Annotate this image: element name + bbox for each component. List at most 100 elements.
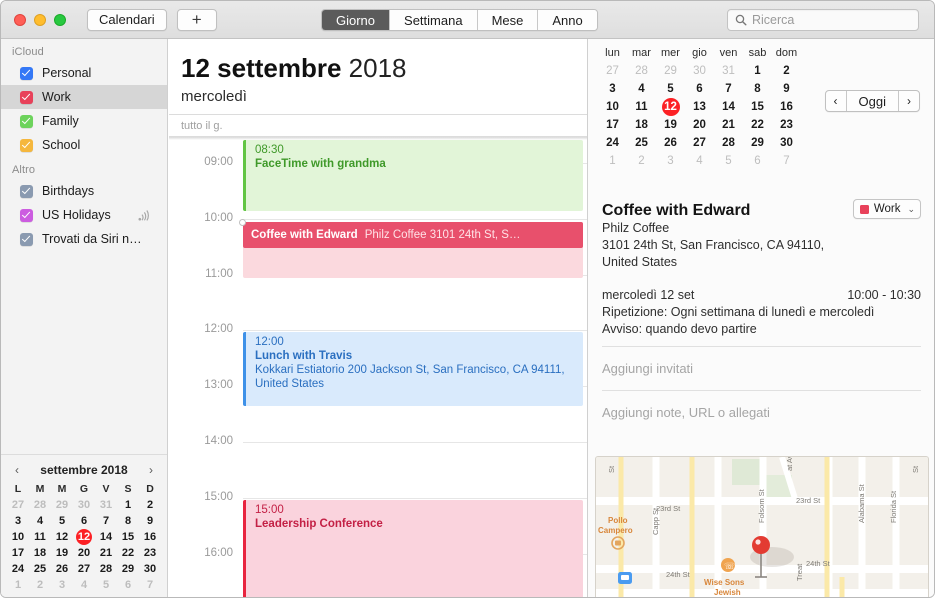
add-invitees-field[interactable]: Aggiungi invitati [602, 355, 921, 382]
prev-day-button[interactable]: ‹ [826, 91, 847, 111]
mini-calendar-day[interactable]: 5 [95, 577, 117, 593]
event-resize-handle-top[interactable] [239, 219, 246, 226]
inspector-mini-day[interactable]: 23 [772, 116, 801, 134]
event-leadership-conference[interactable]: 15:00 Leadership Conference [243, 500, 583, 597]
inspector-mini-day[interactable]: 7 [772, 152, 801, 170]
mini-calendar-day[interactable]: 26 [51, 561, 73, 577]
mini-calendar-day[interactable]: 23 [139, 545, 161, 561]
calendar-checkbox[interactable] [20, 90, 33, 104]
inspector-mini-day[interactable]: 14 [714, 98, 743, 116]
tab-giorno[interactable]: Giorno [322, 10, 391, 30]
mini-calendar-day[interactable]: 3 [7, 513, 29, 529]
day-grid[interactable]: 09:00 10:00 11:00 12:00 13:00 14:00 15:00 16:00… [169, 140, 589, 597]
inspector-mini-day[interactable]: 19 [656, 116, 685, 134]
inspector-mini-today[interactable]: 12 [656, 98, 685, 116]
tab-settimana[interactable]: Settimana [390, 10, 478, 30]
mini-calendar-day[interactable]: 7 [139, 577, 161, 593]
event-lunch-with-travis[interactable]: 12:00 Lunch with Travis Kokkari Estiator… [243, 332, 583, 406]
mini-calendar-day[interactable]: 2 [139, 497, 161, 513]
minimize-button-icon[interactable] [34, 13, 46, 26]
mini-calendar-day[interactable]: 3 [51, 577, 73, 593]
mini-calendar-day[interactable]: 2 [29, 577, 51, 593]
inspector-mini-day[interactable]: 11 [627, 98, 656, 116]
tab-anno[interactable]: Anno [538, 10, 597, 30]
mini-calendar-day[interactable]: 28 [29, 497, 51, 513]
close-button-icon[interactable] [14, 13, 26, 26]
add-event-button[interactable]: + [176, 8, 217, 31]
mini-calendar-day[interactable]: 28 [95, 561, 117, 577]
inspector-mini-day[interactable]: 9 [772, 80, 801, 98]
mini-calendar-day[interactable]: 27 [73, 561, 95, 577]
event-coffee-with-edward[interactable]: Coffee with Edward Philz Coffee 3101 24t… [243, 222, 583, 248]
inspector-mini-day[interactable]: 25 [627, 134, 656, 152]
calendar-item-birthdays[interactable]: Birthdays [1, 179, 167, 203]
inspector-mini-day[interactable]: 26 [656, 134, 685, 152]
inspector-mini-day[interactable]: 22 [743, 116, 772, 134]
zoom-button-icon[interactable] [54, 13, 66, 26]
mini-calendar-day[interactable]: 15 [117, 529, 139, 545]
add-notes-field[interactable]: Aggiungi note, URL o allegati [602, 399, 921, 426]
mini-calendar-day[interactable]: 4 [73, 577, 95, 593]
calendar-item-school[interactable]: School [1, 133, 167, 157]
inspector-mini-day[interactable]: 10 [598, 98, 627, 116]
search-field[interactable] [727, 9, 919, 31]
inspector-mini-day[interactable]: 7 [714, 80, 743, 98]
inspector-mini-day[interactable]: 2 [627, 152, 656, 170]
mini-calendar-day[interactable]: 25 [29, 561, 51, 577]
inspector-mini-day[interactable]: 5 [714, 152, 743, 170]
mini-calendar-day[interactable]: 6 [73, 513, 95, 529]
calendar-item-trovati-da-siri-n[interactable]: Trovati da Siri n… [1, 227, 167, 251]
mini-calendar-day[interactable]: 9 [139, 513, 161, 529]
inspector-mini-day[interactable]: 20 [685, 116, 714, 134]
inspector-mini-day[interactable]: 5 [656, 80, 685, 98]
mini-calendar-day[interactable]: 12 [51, 529, 73, 545]
inspector-mini-day[interactable]: 24 [598, 134, 627, 152]
calendar-item-work[interactable]: Work [1, 85, 167, 109]
inspector-mini-day[interactable]: 4 [685, 152, 714, 170]
mini-calendar-day[interactable]: 5 [51, 513, 73, 529]
mini-calendar-day[interactable]: 30 [139, 561, 161, 577]
calendar-checkbox[interactable] [20, 208, 33, 222]
inspector-mini-day[interactable]: 4 [627, 80, 656, 98]
next-day-button[interactable]: › [899, 91, 919, 111]
mini-calendar-day[interactable]: 10 [7, 529, 29, 545]
mini-calendar-day[interactable]: 22 [117, 545, 139, 561]
mini-calendar-day[interactable]: 14 [95, 529, 117, 545]
mini-calendar-day[interactable]: 11 [29, 529, 51, 545]
mini-calendar-day[interactable]: 7 [95, 513, 117, 529]
calendar-item-family[interactable]: Family [1, 109, 167, 133]
mini-calendar-day[interactable]: 21 [95, 545, 117, 561]
mini-calendar-day[interactable]: 27 [7, 497, 29, 513]
mini-calendar-day[interactable]: 4 [29, 513, 51, 529]
calendar-item-us-holidays[interactable]: US Holidays [1, 203, 167, 227]
inspector-mini-day[interactable]: 30 [772, 134, 801, 152]
inspector-mini-day[interactable]: 21 [714, 116, 743, 134]
mini-calendar-day[interactable]: 18 [29, 545, 51, 561]
mini-calendar-day[interactable]: 8 [117, 513, 139, 529]
mini-calendar-today[interactable]: 12 [73, 529, 95, 545]
calendar-checkbox[interactable] [20, 66, 33, 80]
mini-calendar-day[interactable]: 24 [7, 561, 29, 577]
mini-calendar-day[interactable]: 17 [7, 545, 29, 561]
event-facetime-with-grandma[interactable]: 08:30 FaceTime with grandma [243, 140, 583, 211]
inspector-mini-day[interactable]: 8 [743, 80, 772, 98]
location-map[interactable]: St 23rd St 23rd St 24th St 24th St Capp … [595, 456, 929, 597]
all-day-row[interactable]: tutto il g. [169, 114, 589, 137]
calendar-picker[interactable]: Work ⌄ [852, 199, 921, 219]
calendar-checkbox[interactable] [20, 184, 33, 198]
mini-calendar-day[interactable]: 19 [51, 545, 73, 561]
mini-prev-month-button[interactable]: ‹ [12, 463, 22, 477]
inspector-mini-day[interactable]: 28 [714, 134, 743, 152]
inspector-mini-day[interactable]: 29 [743, 134, 772, 152]
mini-calendar-day[interactable]: 20 [73, 545, 95, 561]
inspector-mini-day[interactable]: 18 [627, 116, 656, 134]
event-repeat[interactable]: Ripetizione: Ogni settimana di lunedì e … [602, 304, 921, 321]
inspector-mini-day[interactable]: 15 [743, 98, 772, 116]
inspector-mini-day[interactable]: 1 [598, 152, 627, 170]
event-when-row[interactable]: mercoledì 12 set 10:00 - 10:30 [602, 287, 921, 304]
inspector-mini-day[interactable]: 28 [627, 62, 656, 80]
calendars-button[interactable]: Calendari [87, 8, 167, 31]
inspector-mini-day[interactable]: 13 [685, 98, 714, 116]
mini-calendar-day[interactable]: 29 [117, 561, 139, 577]
inspector-mini-day[interactable]: 27 [685, 134, 714, 152]
